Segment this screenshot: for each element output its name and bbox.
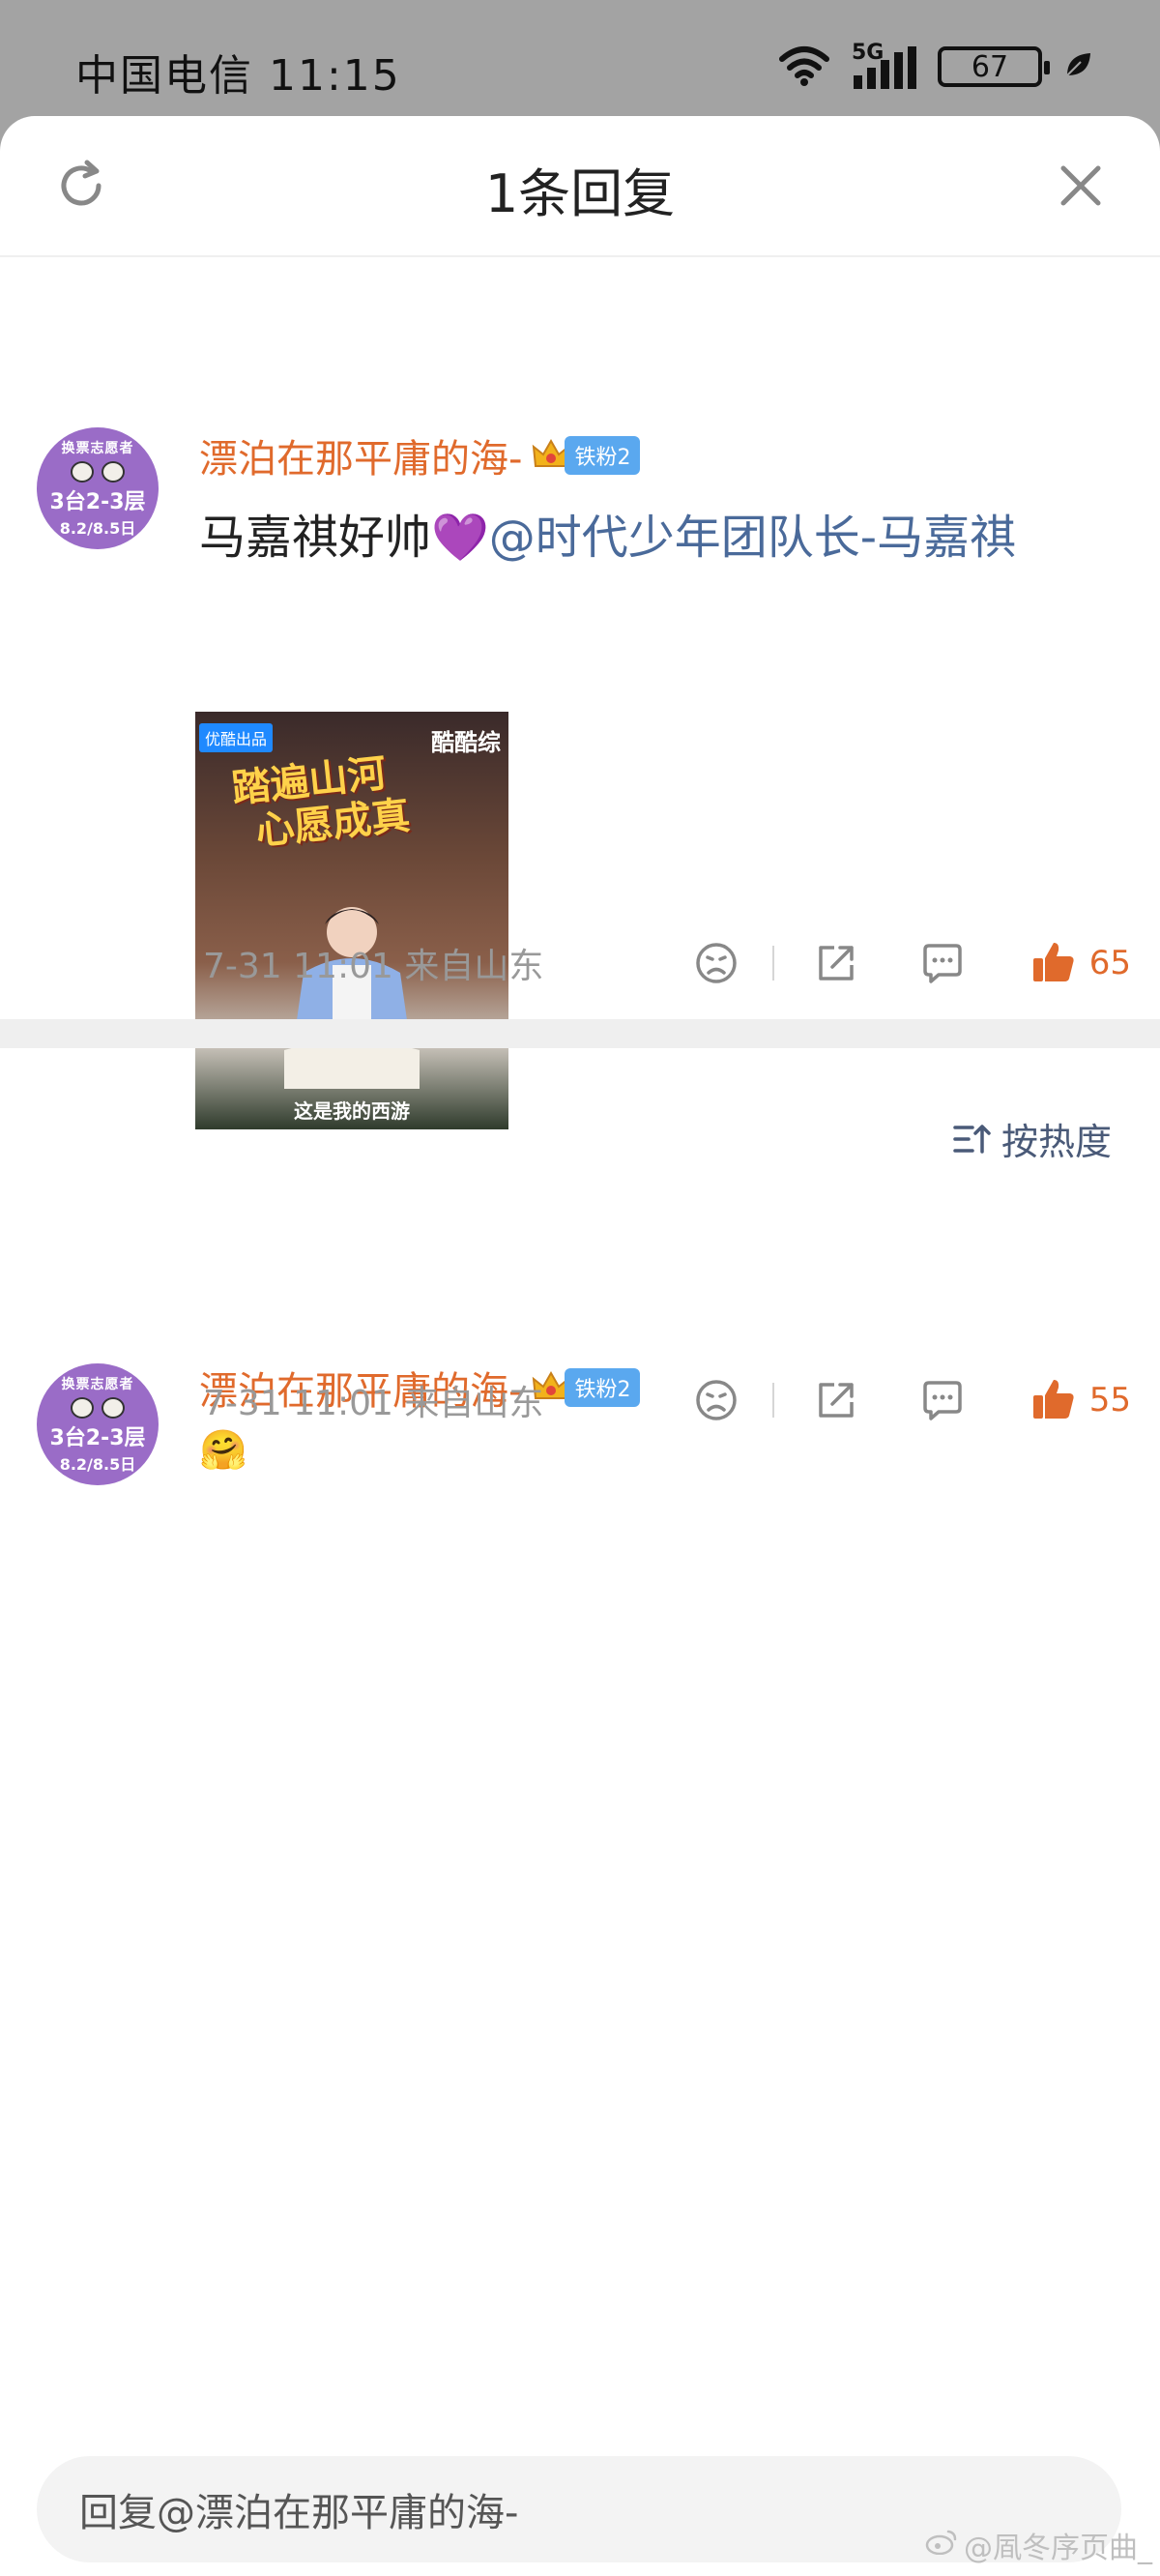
thumbs-up-icon xyxy=(1032,1380,1074,1419)
reply-placeholder: 回复@漂泊在那平庸的海- xyxy=(79,2491,519,2535)
comment-actions: 65 xyxy=(693,934,1131,992)
avatar-line-3: 8.2/8.5日 xyxy=(59,519,136,538)
like-button[interactable] xyxy=(1030,1376,1078,1424)
avatar-line-2: 3台2-3层 xyxy=(49,1426,146,1450)
dislike-button[interactable] xyxy=(693,1377,740,1423)
username[interactable]: 漂泊在那平庸的海- xyxy=(199,427,522,483)
weibo-logo-icon xyxy=(925,2528,958,2562)
share-icon xyxy=(818,1383,854,1418)
sheet-title: 1条回复 xyxy=(484,163,676,224)
watermark-text: @凮冬序页曲_ xyxy=(964,2532,1152,2565)
action-divider xyxy=(771,1383,774,1418)
sort-label: 按热度 xyxy=(1000,1121,1112,1163)
carrier-time: 中国电信 11:15 xyxy=(75,51,401,101)
sheet-header: 1条回复 xyxy=(0,116,1160,257)
comment-meta xyxy=(203,1193,1131,1251)
share-button[interactable] xyxy=(813,1377,859,1423)
action-divider xyxy=(771,946,774,981)
like-count: 65 xyxy=(1088,944,1131,982)
avatar[interactable]: 换票志愿者 3台2-3层 8.2/8.5日 xyxy=(37,427,159,549)
sad-face-icon xyxy=(695,1380,737,1420)
network-type: 5G xyxy=(852,41,884,65)
like-button[interactable] xyxy=(1030,939,1078,987)
thumbs-up-icon xyxy=(1032,943,1074,981)
purple-heart-icon: 💜 xyxy=(431,511,489,565)
comment-icon xyxy=(922,944,962,983)
poster-title: 踏遍山河 心愿成真 xyxy=(230,749,413,856)
share-button[interactable] xyxy=(813,940,859,986)
close-button[interactable] xyxy=(1052,159,1110,217)
reply-text: 🤗 xyxy=(199,1428,247,1473)
comment-icon xyxy=(922,1381,962,1420)
image-tag: 优酷出品 xyxy=(199,723,274,752)
reply-time-location: 7-31 11:01 来自山东 xyxy=(203,1384,544,1423)
reply-comment-actions-row: 7-31 11:01 来自山东 55 xyxy=(203,1371,1131,1429)
fan-badge-label: 铁粉2 xyxy=(565,436,641,475)
mention-link[interactable]: @时代少年团队长-马嘉祺 xyxy=(489,511,1016,565)
replies-sheet: 1条回复 换票志愿者 3台2-3层 8.2/8.5日 漂泊在那平庸的海- 铁粉2… xyxy=(0,116,1160,2576)
sort-by-hot-button[interactable]: 按热度 xyxy=(953,1112,1112,1165)
main-comment-actions-row: 7-31 11:01 来自山东 65 xyxy=(203,934,1131,992)
status-icons: 5G 67 xyxy=(778,41,1092,91)
section-divider xyxy=(0,1019,1160,1048)
signal-icon: 5G xyxy=(852,41,916,89)
comment-time-location: 7-31 11:01 来自山东 xyxy=(203,947,544,986)
avatar-bear-faces xyxy=(71,461,125,483)
main-comment-meta xyxy=(203,1050,1131,1108)
sad-face-icon xyxy=(695,943,737,983)
share-icon xyxy=(818,946,854,981)
wifi-icon xyxy=(778,44,830,90)
weibo-watermark: @凮冬序页曲_ xyxy=(925,2524,1152,2566)
avatar-line-1: 换票志愿者 xyxy=(61,441,134,456)
avatar-line-2: 3台2-3层 xyxy=(49,490,146,514)
close-icon xyxy=(1058,162,1104,213)
avatar-line-3: 8.2/8.5日 xyxy=(59,1455,136,1474)
battery-indicator: 67 xyxy=(938,46,1050,87)
comment-text-body: 马嘉祺好帅 xyxy=(199,511,432,565)
avatar-bear-faces xyxy=(71,1397,125,1419)
sort-icon xyxy=(953,1124,991,1154)
avatar-line-1: 换票志愿者 xyxy=(61,1377,134,1392)
status-bar: 中国电信 11:15 5G 67 xyxy=(0,0,1160,116)
reply-actions: 55 xyxy=(693,1371,1131,1429)
user-line: 漂泊在那平庸的海- 铁粉2 xyxy=(199,427,641,483)
fan-badge[interactable]: 铁粉2 xyxy=(532,436,641,475)
leaf-icon xyxy=(1063,50,1092,83)
like-count: 55 xyxy=(1088,1381,1131,1420)
comment-button[interactable] xyxy=(919,940,966,986)
comment-button[interactable] xyxy=(919,1377,966,1423)
dislike-button[interactable] xyxy=(693,940,740,986)
reply-avatar[interactable]: 换票志愿者 3台2-3层 8.2/8.5日 xyxy=(37,1363,159,1485)
image-logo: 酷酷综 xyxy=(431,729,501,756)
comment-text: 马嘉祺好帅💜@时代少年团队长-马嘉祺 xyxy=(199,499,1016,567)
